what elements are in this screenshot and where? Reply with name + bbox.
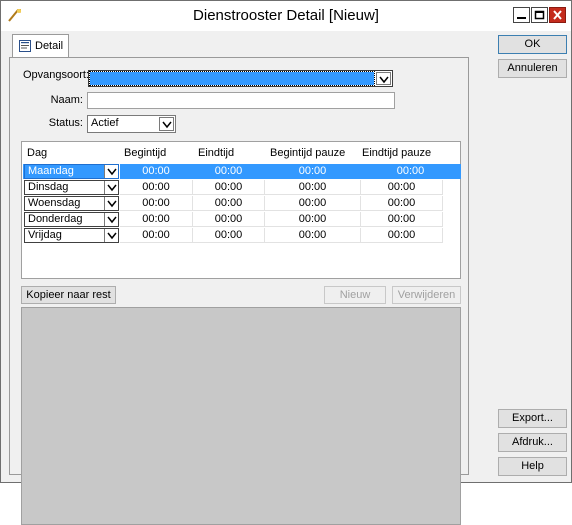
schedule-grid: Dag Begintijd Eindtijd Begintijd pauze E… [21,141,461,279]
chevron-down-icon[interactable] [159,117,174,131]
table-row[interactable]: Maandag 00:00 00:00 00:00 00:00 [23,164,461,179]
kopieer-naar-rest-button[interactable]: Kopieer naar rest [21,286,116,304]
naam-label: Naam: [50,94,83,106]
day-select[interactable]: Dinsdag [24,180,119,195]
eindtijd-pauze-cell[interactable]: 00:00 [361,196,443,211]
maximize-button[interactable] [531,7,548,23]
chevron-down-icon[interactable] [104,213,118,226]
day-select[interactable]: Maandag [24,164,119,179]
dialog-window: Dienstrooster Detail [Nieuw] Detail Opva… [0,0,572,525]
eindtijd-pauze-cell[interactable]: 00:00 [361,180,443,195]
detail-panel: Opvangsoort: Naam: Status: Actief Dag Be… [9,57,469,525]
close-icon [553,10,562,20]
document-icon [19,40,31,52]
begintijd-pauze-cell[interactable]: 00:00 [265,228,361,243]
day-select[interactable]: Donderdag [24,212,119,227]
naam-field[interactable] [87,92,395,109]
status-value: Actief [91,117,119,129]
verwijderen-button[interactable]: Verwijderen [392,286,461,304]
tab-detail[interactable]: Detail [12,34,69,58]
eindtijd-pauze-cell[interactable]: 00:00 [361,212,443,227]
begintijd-pauze-cell[interactable]: 00:00 [265,196,361,211]
close-button[interactable] [549,7,566,23]
column-header-begintijd[interactable]: Begintijd [124,147,166,159]
begintijd-cell[interactable]: 00:00 [120,180,193,195]
window-title: Dienstrooster Detail [Nieuw] [193,7,379,24]
column-header-eindtijd-pauze[interactable]: Eindtijd pauze [362,147,431,159]
eindtijd-cell[interactable]: 00:00 [193,180,265,195]
begintijd-pauze-cell[interactable]: 00:00 [265,212,361,227]
chevron-down-icon[interactable] [104,229,118,242]
column-header-begintijd-pauze[interactable]: Begintijd pauze [270,147,345,159]
eindtijd-pauze-cell[interactable]: 00:00 [361,228,443,243]
status-select[interactable]: Actief [87,115,176,133]
chevron-down-icon[interactable] [104,165,118,178]
begintijd-cell[interactable]: 00:00 [120,212,193,227]
column-header-dag[interactable]: Dag [27,147,47,159]
opvangsoort-selection [89,71,375,86]
nieuw-button[interactable]: Nieuw [324,286,386,304]
annuleren-button[interactable]: Annuleren [498,59,567,78]
title-bar[interactable]: Dienstrooster Detail [Nieuw] [1,1,571,31]
minimize-button[interactable] [513,7,530,23]
chevron-down-icon[interactable] [376,72,391,85]
day-value: Donderdag [28,213,83,225]
table-row[interactable]: Vrijdag 00:00 00:00 00:00 00:00 [23,228,443,243]
day-value: Vrijdag [28,229,62,241]
status-label: Status: [48,117,83,129]
day-value: Woensdag [28,197,81,209]
help-button[interactable]: Help [498,457,567,476]
eindtijd-cell[interactable]: 00:00 [193,212,265,227]
begintijd-cell[interactable]: 00:00 [120,228,193,243]
tab-label: Detail [35,40,64,52]
export-button[interactable]: Export... [498,409,567,428]
eindtijd-cell[interactable]: 00:00 [193,196,265,211]
column-header-eindtijd[interactable]: Eindtijd [198,147,234,159]
begintijd-cell[interactable]: 00:00 [120,164,193,179]
opvangsoort-select[interactable] [88,70,393,87]
day-select[interactable]: Vrijdag [24,228,119,243]
eindtijd-cell[interactable]: 00:00 [193,228,265,243]
day-value: Dinsdag [28,181,69,193]
detail-area [21,307,461,525]
begintijd-cell[interactable]: 00:00 [120,196,193,211]
eindtijd-pauze-cell[interactable]: 00:00 [361,164,461,179]
opvangsoort-label: Opvangsoort: [22,69,89,81]
begintijd-pauze-cell[interactable]: 00:00 [265,180,361,195]
minimize-icon [517,17,526,19]
ok-button[interactable]: OK [498,35,567,54]
maximize-icon [534,10,545,20]
eindtijd-cell[interactable]: 00:00 [193,164,265,179]
afdruk-button[interactable]: Afdruk... [498,433,567,452]
table-row[interactable]: Woensdag 00:00 00:00 00:00 00:00 [23,196,443,211]
day-select[interactable]: Woensdag [24,196,119,211]
chevron-down-icon[interactable] [104,197,118,210]
chevron-down-icon[interactable] [104,181,118,194]
begintijd-pauze-cell[interactable]: 00:00 [265,164,361,179]
table-row[interactable]: Donderdag 00:00 00:00 00:00 00:00 [23,212,443,227]
day-value: Maandag [28,165,74,177]
table-row[interactable]: Dinsdag 00:00 00:00 00:00 00:00 [23,180,443,195]
